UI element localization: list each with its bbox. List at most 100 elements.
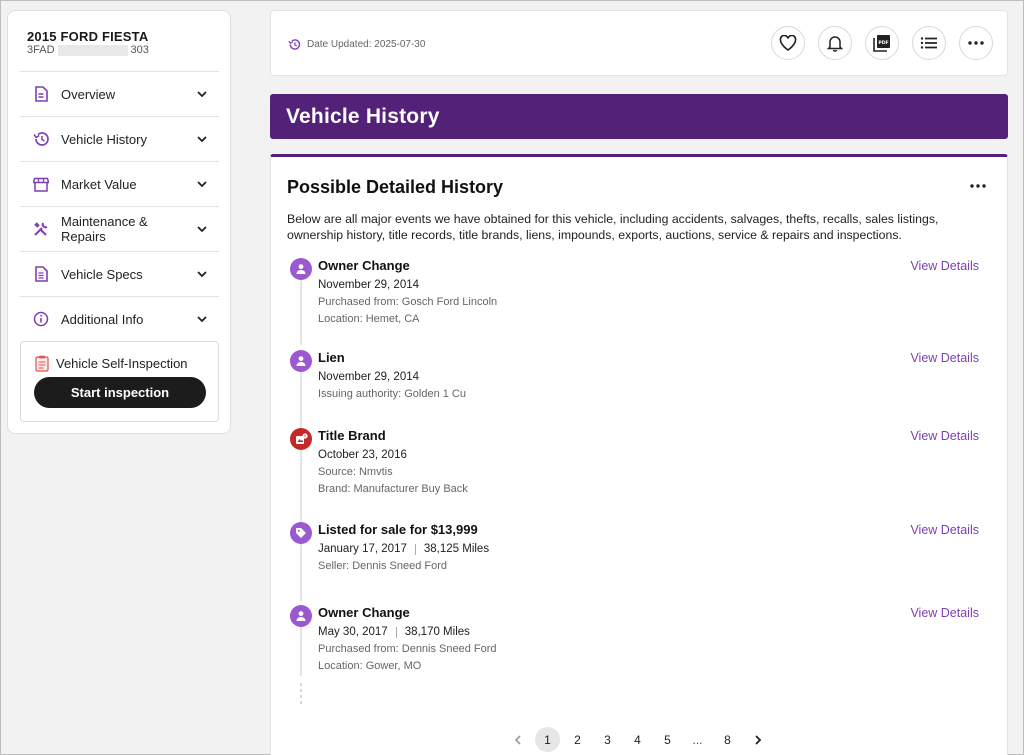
document-icon: [32, 85, 50, 103]
more-icon: [968, 41, 984, 45]
event-date: November 29, 2014: [318, 371, 420, 383]
chevron-down-icon: [197, 316, 207, 323]
event-title: Owner Change: [318, 605, 410, 620]
vin-suffix: 303: [130, 44, 149, 56]
list-button[interactable]: [912, 26, 946, 60]
favorite-button[interactable]: [771, 26, 805, 60]
sidebar-item-label: Vehicle History: [61, 131, 147, 147]
event-title: Owner Change: [318, 258, 410, 273]
chevron-down-icon: [197, 91, 207, 98]
event-mileage: 38,170 Miles: [404, 626, 470, 638]
next-page-button[interactable]: [745, 727, 770, 752]
event-title: Title Brand: [318, 428, 386, 443]
timeline-connector: [300, 368, 302, 431]
vin-redacted: [57, 44, 128, 56]
page-button-2[interactable]: 2: [565, 727, 590, 752]
sidebar-nav: Overview Vehicle History Market Value Ma…: [20, 71, 219, 341]
history-icon: [32, 130, 50, 148]
heart-icon: [779, 35, 797, 51]
chevron-left-icon: [514, 734, 521, 745]
sidebar-item-maintenance-repairs[interactable]: Maintenance & Repairs: [20, 206, 219, 251]
more-button[interactable]: [959, 26, 993, 60]
sidebar-item-label: Maintenance & Repairs: [61, 214, 148, 244]
sidebar-item-overview[interactable]: Overview: [20, 71, 219, 116]
chevron-down-icon: [197, 181, 207, 188]
page-button-3[interactable]: 3: [595, 727, 620, 752]
page-button-5[interactable]: 5: [655, 727, 680, 752]
sidebar-item-vehicle-history[interactable]: Vehicle History: [20, 116, 219, 161]
view-details-link[interactable]: View Details: [910, 606, 979, 620]
history-card: Possible Detailed History Below are all …: [270, 154, 1008, 755]
person-icon: [290, 350, 312, 372]
page-button-1[interactable]: 1: [535, 727, 560, 752]
self-inspection-panel: Vehicle Self-Inspection Start inspection: [20, 341, 219, 422]
section-banner: Vehicle History: [270, 94, 1008, 139]
prev-page-button[interactable]: [505, 727, 530, 752]
top-bar: Date Updated: 2025-07-30 PDF: [270, 10, 1008, 76]
svg-text:PDF: PDF: [878, 40, 888, 46]
chevron-down-icon: [197, 271, 207, 278]
chevron-down-icon: [197, 226, 207, 233]
view-details-link[interactable]: View Details: [910, 259, 979, 273]
chevron-right-icon: [754, 734, 761, 745]
event-detail: Purchased from: Gosch Ford Lincoln: [318, 296, 498, 308]
vin-prefix: 3FAD: [27, 44, 55, 56]
timeline-connector: [300, 277, 302, 345]
bell-icon: [827, 36, 843, 52]
vehicle-title: 2015 FORD FIESTA: [27, 29, 149, 44]
event-detail: Issuing authority: Golden 1 Cu: [318, 388, 466, 400]
event-title: Lien: [318, 350, 345, 365]
event-date: November 29, 2014: [318, 279, 420, 291]
timeline-connector: [300, 447, 302, 529]
sidebar-item-vehicle-specs[interactable]: Vehicle Specs: [20, 251, 219, 296]
view-details-link[interactable]: View Details: [910, 351, 979, 365]
sidebar-item-label: Market Value: [61, 176, 137, 192]
view-details-link[interactable]: View Details: [910, 523, 979, 537]
event-detail: Brand: Manufacturer Buy Back: [318, 483, 468, 495]
sidebar-item-label: Vehicle Specs: [61, 266, 143, 282]
history-description: Below are all major events we have obtai…: [287, 212, 939, 242]
list-icon: [920, 37, 937, 49]
page-button-8[interactable]: 8: [715, 727, 740, 752]
view-details-link[interactable]: View Details: [910, 429, 979, 443]
start-inspection-button[interactable]: Start inspection: [34, 377, 206, 408]
page-button-4[interactable]: 4: [625, 727, 650, 752]
event-detail: Purchased from: Dennis Sneed Ford: [318, 643, 497, 655]
event-detail: Source: Nmvtis: [318, 466, 393, 478]
chevron-down-icon: [197, 136, 207, 143]
event-detail: Location: Gower, MO: [318, 660, 422, 672]
sidebar-item-additional-info[interactable]: Additional Info: [20, 296, 219, 341]
card-more-button[interactable]: [967, 177, 989, 195]
event-mileage: 38,125 Miles: [423, 543, 490, 555]
info-icon: [32, 310, 50, 328]
timeline-continuation: [300, 683, 302, 705]
pagination: 1 2 3 4 5 ... 8: [505, 727, 770, 752]
event-date: January 17, 2017: [318, 543, 407, 555]
title-brand-icon: [290, 428, 312, 450]
sidebar-item-label: Additional Info: [61, 311, 144, 327]
section-title: Vehicle History: [286, 104, 440, 128]
event-detail: Location: Hemet, CA: [318, 313, 420, 325]
vehicle-vin: 3FAD 303: [27, 44, 149, 56]
pdf-button[interactable]: PDF: [865, 26, 899, 60]
separator: [414, 543, 416, 555]
timeline-connector: [300, 541, 302, 601]
separator: [395, 626, 397, 638]
alerts-button[interactable]: [818, 26, 852, 60]
store-icon: [32, 175, 50, 193]
history-title: Possible Detailed History: [287, 177, 504, 197]
timeline-connector: [300, 624, 302, 676]
top-actions: PDF: [771, 26, 993, 60]
pdf-icon: PDF: [873, 35, 890, 52]
sidebar: 2015 FORD FIESTA 3FAD 303 Overview Vehic…: [7, 10, 231, 434]
person-icon: [290, 258, 312, 280]
clipboard-icon: [34, 354, 50, 372]
page-ellipsis: ...: [692, 732, 703, 747]
self-inspection-label: Vehicle Self-Inspection: [56, 355, 188, 371]
sidebar-item-market-value[interactable]: Market Value: [20, 161, 219, 206]
date-updated-text: Date Updated: 2025-07-30: [307, 39, 426, 50]
sidebar-item-label: Overview: [61, 86, 116, 102]
tools-icon: [32, 220, 50, 238]
event-date: October 23, 2016: [318, 449, 407, 461]
event-detail: Seller: Dennis Sneed Ford: [318, 560, 448, 572]
